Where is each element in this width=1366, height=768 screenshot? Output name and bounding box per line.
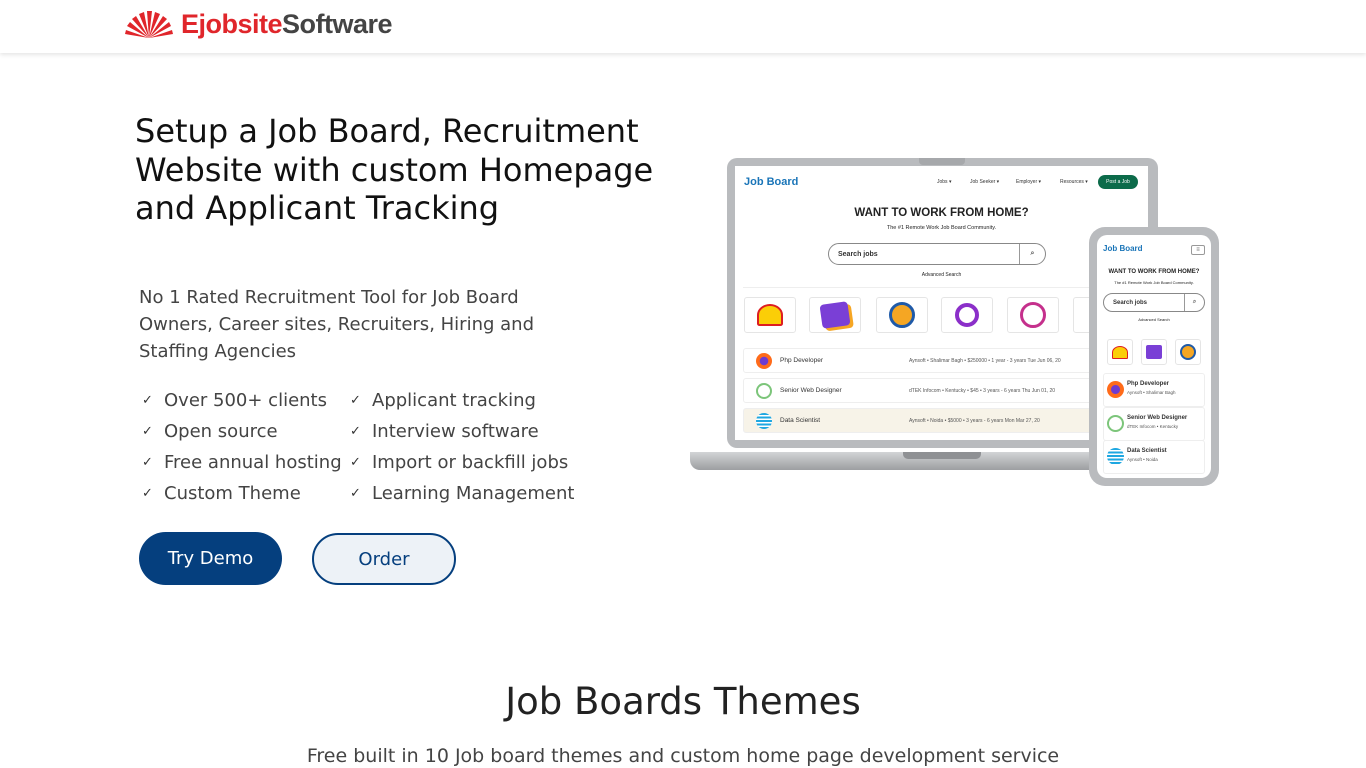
brand-name-part1: Ejobsite [181,9,283,39]
feature-label: Applicant tracking [372,390,536,411]
feature-item: ✓ Learning Management [350,478,574,509]
mockup-search: Search jobs ⌕ [828,243,1046,265]
order-button[interactable]: Order [312,533,456,585]
check-icon: ✓ [350,424,361,439]
check-icon: ✓ [142,424,153,439]
job-title: Senior Web Designer [1127,415,1188,421]
job-meta: Aynsoft • Shalimar Bagh • $250000 • 1 ye… [909,357,1061,364]
feature-item: ✓ Interview software [350,416,574,447]
mockup-nav-item: Jobs ▾ [937,179,952,185]
mockup-headline: WANT TO WORK FROM HOME? [1108,269,1200,275]
feature-label: Open source [164,421,278,442]
feature-label: Custom Theme [164,483,301,504]
mockup-advanced-search: Advanced Search [921,272,962,278]
mockup-job-row: Php Developer Aynsoft • Shalimar Bagh • $… [743,348,1148,373]
mockup-search: Search jobs ⌕ [1103,293,1205,312]
job-meta: dTEK Infocom • Kentucky [1127,424,1179,429]
feature-label: Over 500+ clients [164,390,327,411]
feature-item: ✓ Open source [142,416,342,447]
feature-label: Learning Management [372,483,575,504]
firefox-icon [1107,381,1124,398]
menu-icon: ≡ [1191,245,1205,255]
globe-icon [756,382,772,399]
job-title: Data Scientist [1127,448,1167,454]
mockup-nav-item: Employer ▾ [1016,179,1042,185]
mockup-nav-item: Job Seeker ▾ [970,179,1000,185]
phone-mockup: Job Board ≡ WANT TO WORK FROM HOME? The … [1089,227,1219,486]
burger-king-logo-icon [876,297,928,333]
themes-title: Job Boards Themes [505,680,861,723]
search-icon: ⌕ [1184,294,1204,311]
hero-title: Setup a Job Board, Recruitment Website w… [135,112,654,227]
shell-logo-icon [1107,339,1133,365]
feature-item: ✓ Custom Theme [142,478,342,509]
mockup-job-row: Senior Web Designer dTEK Infocom • Kentuc… [743,378,1148,403]
brand-logo[interactable]: Ejobsite Software [123,9,393,40]
burger-king-logo-icon [1175,339,1201,365]
job-meta: Aynsoft • Noida [1127,457,1158,462]
mockup-search-text: Search jobs [1113,299,1148,306]
feature-label: Import or backfill jobs [372,452,569,473]
tv-logo-icon [941,297,993,333]
job-meta: Aynsoft • Noida • $5000 • 3 years - 6 ye… [909,417,1040,424]
mockup-brand: Job Board [1103,244,1143,253]
check-icon: ✓ [142,486,153,501]
top-navbar: Ejobsite Software [0,0,1366,53]
feature-label: Free annual hosting [164,452,342,473]
job-title: Php Developer [1127,381,1170,387]
shell-logo-icon [744,297,796,333]
mockup-search-text: Search jobs [838,250,878,258]
mockup-advanced-search: Advanced Search [1138,317,1170,322]
att-icon [1107,448,1124,465]
laptop-base [690,452,1110,470]
att-icon [756,412,772,429]
job-title: Senior Web Designer [780,387,842,394]
check-icon: ✓ [350,393,361,408]
laptop-screen: Job Board Jobs ▾ Job Seeker ▾ Employer ▾… [735,166,1148,440]
check-icon: ✓ [142,393,153,408]
mockup-subheadline: The #1 Remote Work Job Board Community. [886,225,997,231]
company-logo-icon [809,297,861,333]
company-logo-icon [1141,339,1167,365]
feature-item: ✓ Applicant tracking [350,385,574,416]
feature-item: ✓ Import or backfill jobs [350,447,574,478]
check-icon: ✓ [350,486,361,501]
job-meta: dTEK Infocom • Kentucky • $45 • 3 years … [909,387,1056,394]
mockup-job-row: Senior Web Designer dTEK Infocom • Kentuc… [1103,407,1205,441]
rings-logo-icon [1007,297,1059,333]
brand-name-part2: Software [282,9,393,39]
feature-item: ✓ Free annual hosting [142,447,342,478]
laptop-notch [919,158,965,165]
phone-screen: Job Board ≡ WANT TO WORK FROM HOME? The … [1097,235,1211,478]
mockup-headline: WANT TO WORK FROM HOME? [854,207,1029,219]
features-right: ✓ Applicant tracking ✓ Interview software … [350,385,574,509]
job-title: Data Scientist [780,417,821,424]
features-left: ✓ Over 500+ clients ✓ Open source ✓ Free an… [142,385,342,509]
feature-item: ✓ Over 500+ clients [142,385,342,416]
themes-subtitle: Free built in 10 Job board themes and cu… [306,745,1060,767]
globe-icon [1107,415,1124,432]
check-icon: ✓ [350,455,361,470]
check-icon: ✓ [142,455,153,470]
job-title: Php Developer [780,357,823,364]
mockup-post-job: Post a Job [1098,175,1138,189]
firefox-icon [756,352,772,369]
laptop-base-notch [903,452,981,459]
mockup-job-row: Php Developer Aynsoft • Shalimar Bagh [1103,373,1205,407]
mockup-job-row: Data Scientist Aynsoft • Noida • $5000 • … [743,408,1148,433]
feature-label: Interview software [372,421,539,442]
mockup-brand: Job Board [744,176,799,188]
mockup-nav-item: Resources ▾ [1060,179,1088,185]
mockup-subheadline: The #1 Remote Work Job Board Community. [1114,280,1194,285]
sunburst-logo-icon [125,10,173,38]
hero-lead: No 1 Rated Recruitment Tool for Job Boar… [139,287,534,362]
search-icon: ⌕ [1019,244,1045,264]
try-demo-button[interactable]: Try Demo [139,532,282,585]
job-meta: Aynsoft • Shalimar Bagh [1127,390,1176,395]
mockup-job-row: Data Scientist Aynsoft • Noida [1103,440,1205,474]
